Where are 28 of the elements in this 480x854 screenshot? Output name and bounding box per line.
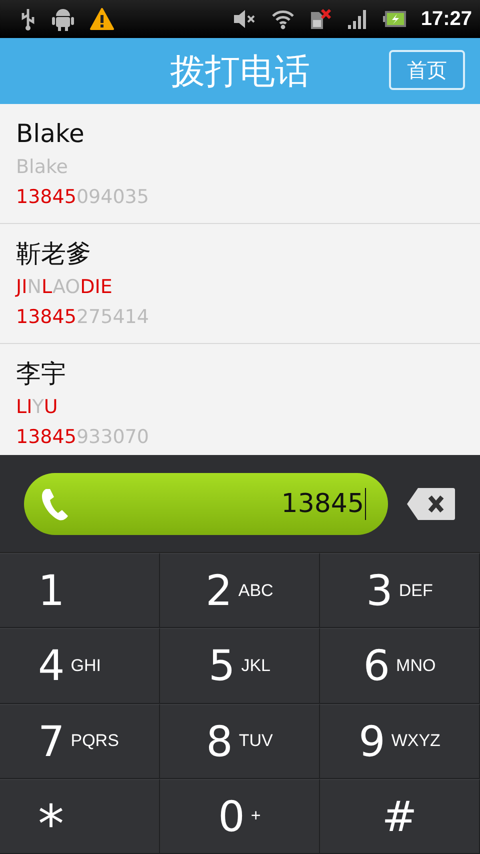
contact-pinyin: JINLAODIE (16, 275, 114, 300)
contact-phone: 13845094035 (16, 185, 150, 210)
dial-key[interactable]: 1 (0, 553, 160, 628)
warning-icon (90, 8, 114, 30)
contact-name: 靳老爹 (16, 238, 92, 270)
contact-phone: 13845275414 (16, 305, 150, 330)
wifi-icon (270, 8, 295, 30)
dial-key[interactable]: 0+ (160, 778, 320, 854)
contact-name: 李宇 (16, 358, 67, 390)
page-title: 拨打电话 (170, 50, 310, 94)
contact-row[interactable]: Blake Blake 13845094035 (0, 104, 480, 224)
phone-icon (40, 486, 70, 520)
contact-pinyin: LIYU (16, 395, 59, 420)
contact-row[interactable]: 靳老爹 JINLAODIE 13845275414 (0, 224, 480, 344)
dial-key[interactable]: * (0, 778, 160, 854)
usb-icon (20, 7, 36, 31)
backspace-button[interactable] (406, 486, 456, 520)
clock-time: 17:27 (420, 8, 472, 30)
android-icon (52, 7, 74, 31)
contact-phone: 13845933070 (16, 425, 150, 450)
contact-name: Blake (16, 118, 86, 150)
dial-field[interactable]: 13845 (24, 472, 388, 534)
signal-icon (346, 8, 369, 30)
battery-charging-icon (382, 10, 407, 28)
mute-icon (232, 9, 257, 29)
contact-pinyin: Blake (16, 155, 69, 180)
dial-key[interactable]: # (320, 778, 480, 854)
sim-error-icon (308, 8, 333, 30)
